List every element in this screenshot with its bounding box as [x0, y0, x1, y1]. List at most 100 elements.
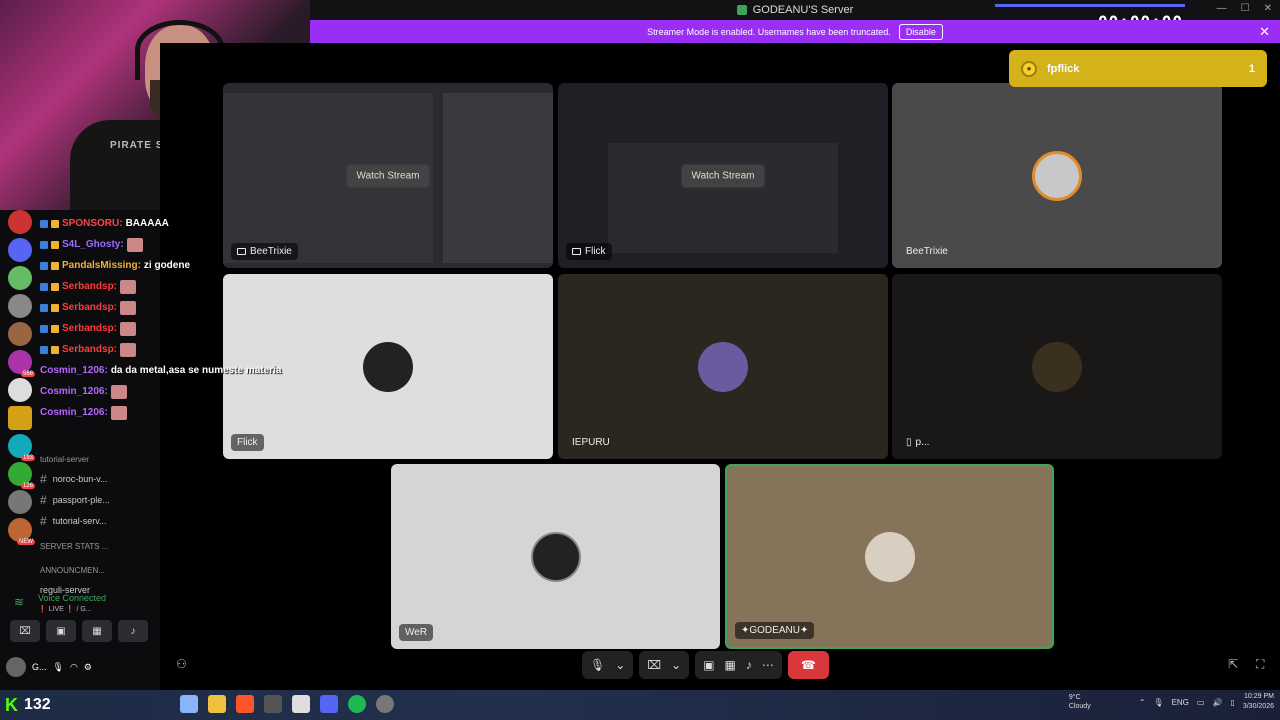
folder-icon[interactable]: [8, 406, 32, 430]
popout-icon[interactable]: ⇱: [1228, 657, 1238, 671]
watch-stream-button[interactable]: Watch Stream: [346, 164, 430, 187]
category-stats[interactable]: SERVER STATS ...: [40, 537, 155, 555]
chat-line: Serbandsp:: [40, 318, 290, 339]
name-label: ✦GODEANU✦: [741, 625, 809, 636]
fullscreen-icon[interactable]: ⛶: [1256, 657, 1264, 672]
weather-widget[interactable]: 9°C Cloudy: [1069, 693, 1091, 711]
clock[interactable]: 10:29 PM 3/30/2026: [1243, 692, 1274, 712]
store-icon[interactable]: [292, 695, 310, 713]
disconnect-button[interactable]: ☎: [787, 651, 829, 679]
steam-icon[interactable]: [376, 695, 394, 713]
badge-icon: [40, 240, 48, 249]
activities-icon[interactable]: ▦: [725, 658, 736, 672]
clock-time: 10:29 PM: [1244, 693, 1274, 700]
camera-off-icon[interactable]: ⌧: [10, 620, 40, 642]
headphones-icon[interactable]: ◠: [70, 662, 78, 673]
category-tutorial[interactable]: tutorial-server: [40, 450, 155, 468]
chat-line: Cosmin_1206: da da metal,asa se numeste m…: [40, 360, 290, 381]
badge-icon: [40, 261, 48, 270]
chevron-up-icon[interactable]: ⌃: [1139, 698, 1146, 707]
file-explorer-icon[interactable]: [208, 695, 226, 713]
badge-icon: [51, 240, 59, 249]
chat-line: S4L_Ghosty:: [40, 234, 290, 255]
server-icon[interactable]: [8, 490, 32, 514]
more-icon[interactable]: ⋯: [762, 658, 774, 672]
clock-date: 3/30/2026: [1242, 703, 1274, 710]
network-icon[interactable]: ▭: [1197, 698, 1205, 707]
mic-icon[interactable]: 🎙: [53, 662, 64, 673]
soundboard-icon[interactable]: ♪: [118, 620, 148, 642]
toast-count: 1: [1248, 62, 1255, 75]
chevron-down-icon[interactable]: ⌄: [615, 658, 625, 672]
mic-icon[interactable]: 🎙: [590, 658, 605, 672]
chat-msg: BAAAAA: [125, 218, 169, 229]
name-label: IEPURU: [572, 437, 610, 448]
obs-icon[interactable]: [264, 695, 282, 713]
mic-tray-icon[interactable]: 🎙: [1153, 698, 1163, 707]
task-view-icon[interactable]: [180, 695, 198, 713]
server-icon[interactable]: 193: [8, 434, 35, 461]
left-sidebar: 568 193 126 NEW SPONSORU: BAAAAA S4L_Ghos…: [0, 210, 281, 690]
lang-indicator[interactable]: ENG: [1172, 698, 1189, 707]
close-banner-icon[interactable]: ✕: [1259, 24, 1270, 40]
name-tag: IEPURU: [566, 434, 616, 451]
battery-icon[interactable]: ▯: [1230, 698, 1234, 707]
participant-tile-beetrixie[interactable]: BeeTrixie: [892, 83, 1222, 268]
signal-icon: ≋: [14, 595, 25, 609]
server-icon[interactable]: [8, 210, 32, 234]
server-icon[interactable]: 568: [8, 350, 35, 377]
soundboard-icon[interactable]: ♪: [746, 658, 752, 672]
close-window-button[interactable]: ✕: [1264, 3, 1272, 14]
participant-tile-p[interactable]: ▯ p...: [892, 274, 1222, 459]
voice-buttons: ⌧ ▣ ▦ ♪: [10, 620, 148, 642]
chat-nick: Serbandsp:: [62, 302, 118, 313]
channel-item[interactable]: # passport-ple...: [40, 489, 155, 510]
server-icon[interactable]: [8, 322, 32, 346]
participant-tile-wer[interactable]: WeR: [391, 464, 720, 649]
avatar[interactable]: [6, 657, 26, 677]
unread-badge: 126: [20, 483, 35, 489]
activities-icon[interactable]: ▦: [82, 620, 112, 642]
screen-share-icon[interactable]: ▣: [703, 658, 714, 672]
category-announcements[interactable]: ANNOUNCMEN...: [40, 561, 155, 579]
add-person-icon[interactable]: ⚇: [176, 657, 187, 671]
spotify-icon[interactable]: [348, 695, 366, 713]
server-icon[interactable]: [8, 378, 32, 402]
volume-icon[interactable]: 🔊: [1212, 698, 1222, 707]
server-icon[interactable]: [8, 266, 32, 290]
mobile-icon: ▯: [906, 437, 912, 448]
voice-status[interactable]: Voice Connected: [38, 593, 106, 603]
participant-tile-iepuru[interactable]: IEPURU: [558, 274, 888, 459]
participant-tile-godeanu[interactable]: ✦GODEANU✦: [725, 464, 1054, 649]
server-icon[interactable]: [8, 294, 32, 318]
minimize-button[interactable]: —: [1217, 3, 1227, 14]
channel-item[interactable]: # tutorial-serv...: [40, 510, 155, 531]
discord-icon[interactable]: [320, 695, 338, 713]
voice-channel[interactable]: ❗ LIVE ❗ / G...: [38, 605, 92, 613]
disable-streamer-mode-button[interactable]: Disable: [898, 23, 943, 40]
camera-control[interactable]: ⌧ ⌄: [639, 651, 690, 679]
new-badge: NEW: [17, 539, 35, 545]
camera-off-icon[interactable]: ⌧: [647, 658, 661, 672]
screen-share-icon[interactable]: ▣: [46, 620, 76, 642]
badge-icon: [51, 345, 59, 354]
stream-tile-flick[interactable]: Watch Stream Flick: [558, 83, 888, 268]
call-stage: Watch Stream BeeTrixie Watch Stream Flic…: [160, 43, 1280, 690]
chat-nick: Serbandsp:: [62, 344, 118, 355]
server-icon[interactable]: NEW: [8, 518, 35, 545]
channel-item[interactable]: # noroc-bun-v...: [40, 468, 155, 489]
badge-icon: [51, 282, 59, 291]
server-icon[interactable]: [8, 238, 32, 262]
chevron-down-icon[interactable]: ⌄: [671, 658, 681, 672]
chat-line: PandalsMissing: zi godene: [40, 255, 290, 276]
mic-control[interactable]: 🎙 ⌄: [582, 651, 634, 679]
maximize-button[interactable]: ☐: [1241, 3, 1250, 14]
chat-nick: S4L_Ghosty:: [62, 239, 124, 250]
avatar: [530, 531, 581, 582]
brave-icon[interactable]: [236, 695, 254, 713]
watch-stream-button[interactable]: Watch Stream: [681, 164, 765, 187]
gear-icon[interactable]: ⚙: [84, 662, 92, 673]
window-controls: — ☐ ✕: [1217, 3, 1272, 14]
chat-nick: Cosmin_1206:: [40, 386, 108, 397]
server-icon[interactable]: 126: [8, 462, 35, 489]
